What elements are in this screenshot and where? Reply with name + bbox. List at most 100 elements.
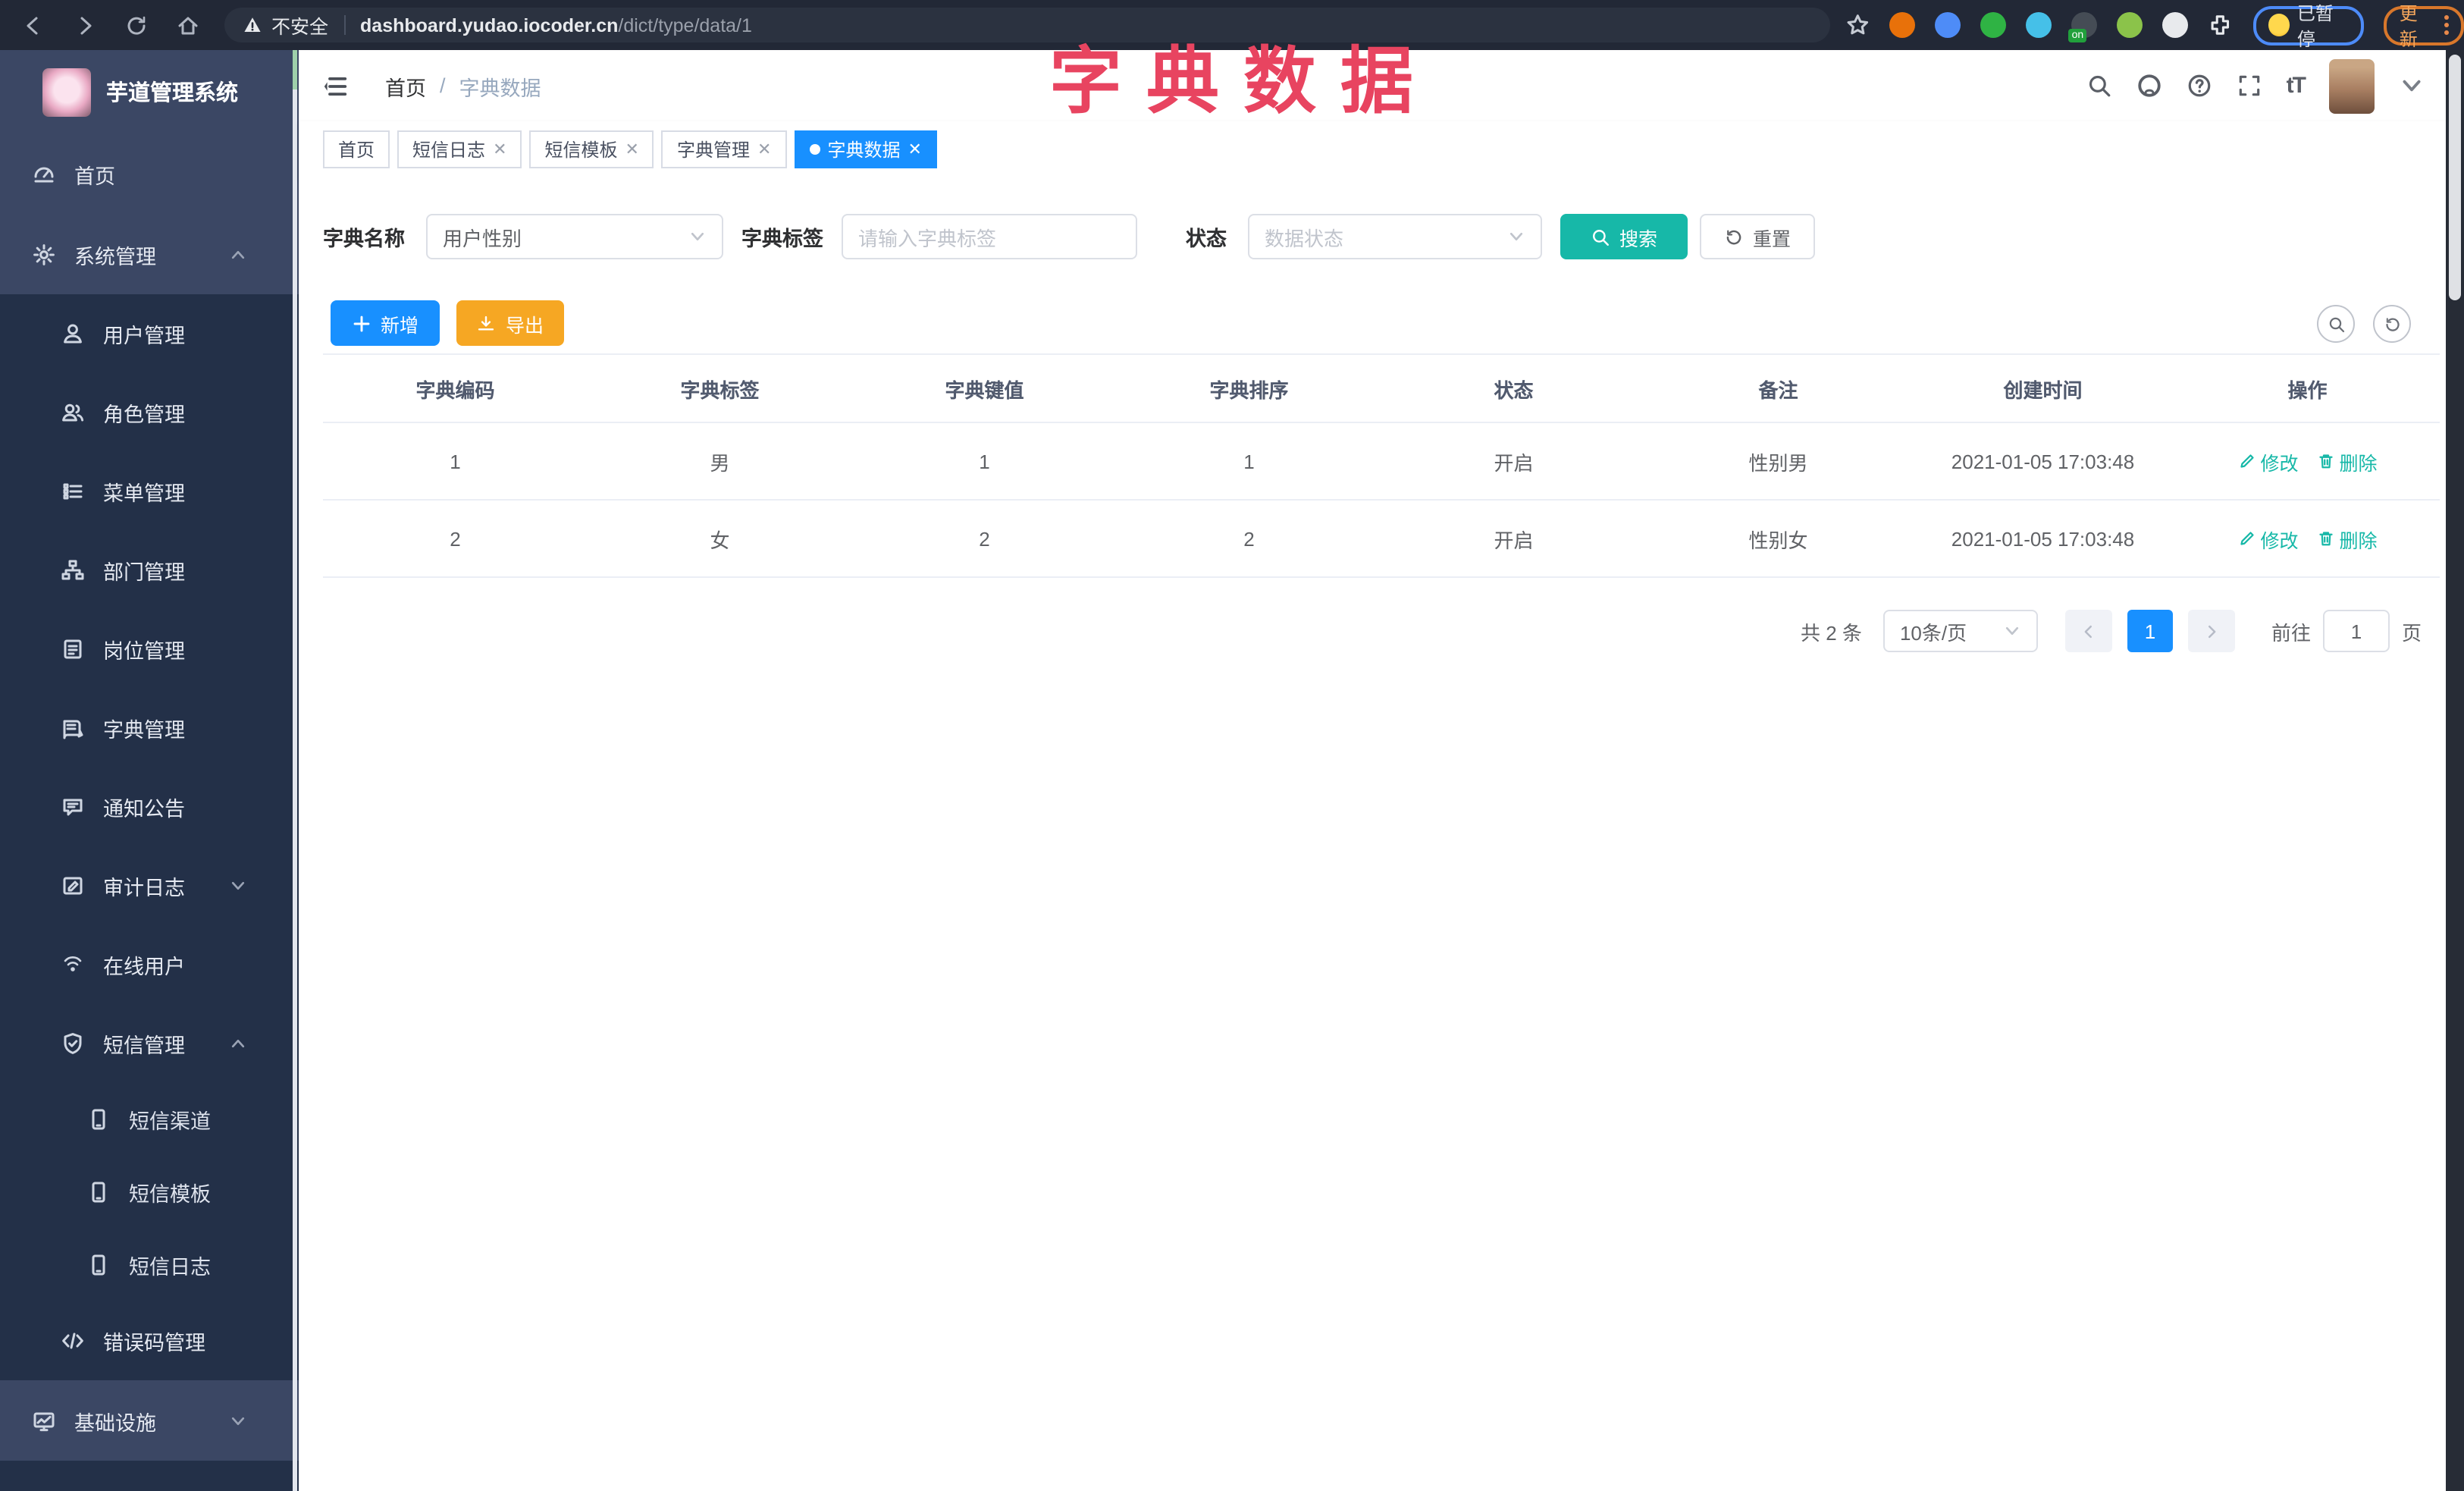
refresh-table-button[interactable] bbox=[2373, 305, 2411, 343]
fullscreen-icon[interactable] bbox=[2237, 73, 2262, 99]
close-tab-icon[interactable]: ✕ bbox=[908, 140, 921, 159]
ext-dark-icon[interactable]: on bbox=[2068, 12, 2098, 42]
cell-sort: 2 bbox=[1117, 500, 1381, 578]
sidebar-item-sms-template[interactable]: 短信模板 bbox=[0, 1156, 299, 1229]
home-icon[interactable] bbox=[176, 13, 200, 37]
profile-chip[interactable]: 已暂停 bbox=[2252, 2, 2365, 49]
reload-icon[interactable] bbox=[124, 13, 149, 37]
sidebar-item-dict-management[interactable]: 字典管理 bbox=[0, 689, 299, 767]
github-icon[interactable] bbox=[2136, 73, 2162, 99]
font-size-icon[interactable]: tT bbox=[2287, 73, 2306, 99]
refresh-icon bbox=[1724, 227, 1744, 246]
edit-link[interactable]: 修改 bbox=[2237, 447, 2299, 476]
ext-puzzle-icon[interactable] bbox=[2162, 12, 2189, 38]
tab-label: 字典管理 bbox=[676, 140, 750, 161]
sidebar-scrollbar[interactable] bbox=[293, 50, 297, 1491]
cell-code: 1 bbox=[323, 422, 588, 501]
sidebar-item-infrastructure[interactable]: 基础设施 bbox=[0, 1380, 299, 1461]
sidebar-item-post-management[interactable]: 岗位管理 bbox=[0, 610, 299, 689]
prev-page-button[interactable] bbox=[2064, 610, 2112, 652]
page-size-select[interactable]: 10条/页 bbox=[1882, 610, 2038, 652]
sidebar-item-sms-log[interactable]: 短信日志 bbox=[0, 1229, 299, 1301]
sidebar-item-error-code[interactable]: 错误码管理 bbox=[0, 1301, 299, 1380]
column-header: 字典编码 bbox=[323, 353, 588, 423]
sidebar-item-menu-management[interactable]: 菜单管理 bbox=[0, 452, 299, 531]
goto-page-input[interactable]: 1 bbox=[2322, 610, 2390, 652]
breadcrumb-current: 字典数据 bbox=[459, 77, 541, 99]
sidebar-item-notice[interactable]: 通知公告 bbox=[0, 767, 299, 846]
user-avatar[interactable] bbox=[2329, 58, 2375, 113]
sidebar-item-audit-log[interactable]: 审计日志 bbox=[0, 846, 299, 925]
sidebar-item-label: 菜单管理 bbox=[103, 482, 185, 505]
chevron-down-icon bbox=[1507, 228, 1525, 246]
reset-button[interactable]: 重置 bbox=[1700, 214, 1815, 259]
cell-remark: 性别女 bbox=[1646, 500, 1911, 578]
ext-blue-gem-icon[interactable] bbox=[2026, 12, 2052, 38]
avatar-caret-icon[interactable] bbox=[2399, 73, 2425, 99]
address-bar[interactable]: 不安全 dashboard.yudao.iocoder.cn /dict/typ… bbox=[224, 8, 1830, 42]
close-tab-icon[interactable]: ✕ bbox=[493, 140, 506, 159]
sidebar-item-home[interactable]: 首页 bbox=[0, 133, 299, 214]
forward-icon[interactable] bbox=[73, 13, 97, 37]
sidebar-item-online-users[interactable]: 在线用户 bbox=[0, 925, 299, 1004]
tab-sms-template[interactable]: 短信模板 ✕ bbox=[529, 130, 654, 168]
status-select[interactable]: 数据状态 bbox=[1248, 214, 1542, 259]
sidebar-item-label: 短信模板 bbox=[129, 1183, 211, 1206]
ext-lime-icon[interactable] bbox=[2117, 12, 2143, 38]
ext-green-check-icon[interactable] bbox=[1980, 12, 2007, 38]
chevron-left-icon bbox=[2080, 623, 2097, 639]
column-header: 字典标签 bbox=[588, 353, 852, 423]
sidebar-item-role-management[interactable]: 角色管理 bbox=[0, 373, 299, 452]
search-icon[interactable] bbox=[2086, 73, 2112, 99]
cell-actions: 修改 删除 bbox=[2175, 500, 2440, 578]
refresh-icon bbox=[2383, 315, 2401, 333]
tab-sms-log[interactable]: 短信日志 ✕ bbox=[397, 130, 522, 168]
dict-tag-input[interactable]: 请输入字典标签 bbox=[842, 214, 1137, 259]
search-button[interactable]: 搜索 bbox=[1560, 214, 1688, 259]
edit-link[interactable]: 修改 bbox=[2237, 524, 2299, 553]
page-scrollbar[interactable] bbox=[2446, 50, 2464, 1491]
add-button[interactable]: 新增 bbox=[331, 300, 440, 346]
sidebar-item-label: 首页 bbox=[74, 165, 115, 187]
sidebar-item-sms-management[interactable]: 短信管理 bbox=[0, 1004, 299, 1083]
ext-location-icon[interactable] bbox=[1935, 12, 1961, 38]
back-icon[interactable] bbox=[21, 13, 45, 37]
sidebar-item-dept-management[interactable]: 部门管理 bbox=[0, 531, 299, 610]
cell-sort: 1 bbox=[1117, 422, 1381, 501]
toggle-search-button[interactable] bbox=[2317, 305, 2355, 343]
close-tab-icon[interactable]: ✕ bbox=[625, 140, 639, 159]
tab-home[interactable]: 首页 bbox=[323, 130, 390, 168]
sidebar-logo[interactable]: 芋道管理系统 bbox=[0, 50, 299, 133]
tab-label: 字典数据 bbox=[827, 140, 901, 161]
sidebar-item-system-management[interactable]: 系统管理 bbox=[0, 214, 299, 294]
close-tab-icon[interactable]: ✕ bbox=[757, 140, 771, 159]
bookmark-star-icon[interactable] bbox=[1845, 12, 1870, 38]
extensions-puzzle-icon[interactable] bbox=[2209, 12, 2234, 38]
browser-menu-icon[interactable] bbox=[2444, 15, 2449, 35]
breadcrumb-home[interactable]: 首页 bbox=[385, 71, 426, 101]
update-button[interactable]: 更新 bbox=[2384, 2, 2464, 49]
dict-name-select[interactable]: 用户性别 bbox=[426, 214, 723, 259]
page-number-button[interactable]: 1 bbox=[2127, 610, 2173, 652]
trash bbox=[2317, 529, 2335, 548]
delete-link[interactable]: 删除 bbox=[2317, 524, 2378, 553]
sidebar-item-user-management[interactable]: 用户管理 bbox=[0, 294, 299, 373]
status-placeholder: 数据状态 bbox=[1265, 227, 1344, 250]
search-icon bbox=[2327, 315, 2345, 333]
export-button-label: 导出 bbox=[505, 315, 544, 336]
tab-dict-management[interactable]: 字典管理 ✕ bbox=[661, 130, 787, 168]
ext-orange-icon[interactable] bbox=[1889, 12, 1916, 38]
tab-dict-data[interactable]: 字典数据 ✕ bbox=[794, 130, 937, 168]
code-icon bbox=[61, 1329, 85, 1353]
export-button[interactable]: 导出 bbox=[456, 300, 564, 346]
sidebar-item-label: 审计日志 bbox=[103, 877, 185, 899]
help-icon[interactable] bbox=[2187, 73, 2212, 99]
profile-status-label: 已暂停 bbox=[2296, 2, 2334, 49]
badge-icon bbox=[61, 637, 85, 661]
collapse-menu-icon[interactable] bbox=[323, 73, 350, 100]
next-page-button[interactable] bbox=[2187, 610, 2235, 652]
sidebar-item-sms-channel[interactable]: 短信渠道 bbox=[0, 1083, 299, 1156]
sidebar-item-label: 短信日志 bbox=[129, 1256, 211, 1279]
delete-link[interactable]: 删除 bbox=[2317, 447, 2378, 476]
cell-value: 1 bbox=[852, 422, 1117, 501]
